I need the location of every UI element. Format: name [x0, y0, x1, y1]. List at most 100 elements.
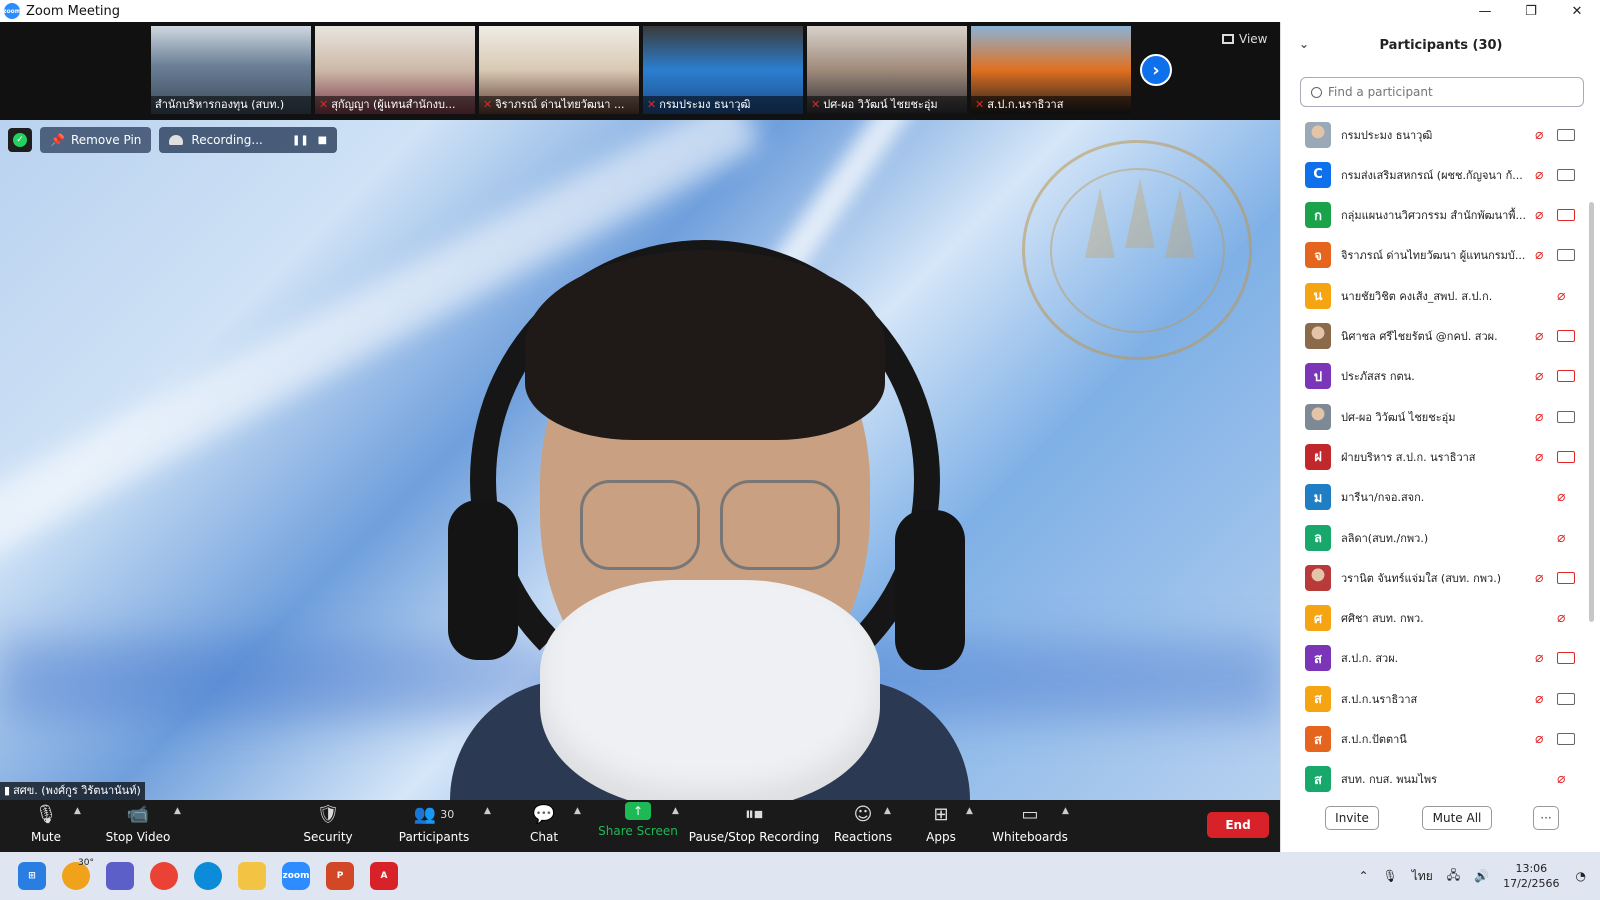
participant-row[interactable]: ฝ ฝ่ายบริหาร ส.ป.ก. นราธิวาส ⌀: [1281, 436, 1587, 477]
chevron-up-icon[interactable]: ⌃: [1358, 869, 1368, 883]
chevron-up-icon[interactable]: ▲: [672, 806, 679, 816]
reactions-button[interactable]: ☺ Reactions ▲: [834, 802, 892, 850]
chat-button[interactable]: 💬 Chat ▲: [530, 802, 581, 850]
teams-chat-icon[interactable]: [106, 862, 134, 890]
clock[interactable]: 13:06 17/2/2566: [1503, 861, 1559, 891]
stop-recording-icon[interactable]: ■: [313, 131, 331, 149]
participant-row[interactable]: จ จิราภรณ์ ด่านไทยวัฒนา ผู้แทนกรมบั... ⌀: [1281, 235, 1587, 276]
chevron-up-icon[interactable]: ▲: [574, 806, 581, 816]
video-thumbnail[interactable]: สำนักบริหารกองทุน (สบท.): [151, 26, 311, 114]
video-off-icon[interactable]: [1557, 652, 1575, 665]
video-thumbnail[interactable]: ✕ สุกัญญา (ผู้แทนสำนักงบ...: [315, 26, 475, 114]
chevron-down-icon[interactable]: ⌄: [1299, 37, 1309, 51]
edge-icon[interactable]: [194, 862, 222, 890]
muted-mic-icon[interactable]: ⌀: [1535, 368, 1549, 384]
muted-mic-icon[interactable]: ⌀: [1557, 771, 1571, 787]
muted-mic-icon[interactable]: ⌀: [1557, 610, 1571, 626]
participant-row[interactable]: ศ ศศิชา สบท. กพว. ⌀: [1281, 598, 1587, 639]
participant-row[interactable]: ส สบท. กบส. พนมไพร ⌀: [1281, 759, 1587, 800]
video-off-icon[interactable]: [1557, 370, 1575, 383]
video-on-icon[interactable]: [1557, 249, 1575, 262]
muted-mic-icon[interactable]: ⌀: [1535, 127, 1549, 143]
participant-row[interactable]: ส ส.ป.ก.ปัตตานี ⌀: [1281, 719, 1587, 760]
video-off-icon[interactable]: [1557, 330, 1575, 342]
mute-all-button[interactable]: Mute All: [1422, 806, 1492, 830]
video-on-icon[interactable]: [1557, 168, 1575, 181]
muted-mic-icon[interactable]: ⌀: [1535, 328, 1549, 344]
muted-mic-icon[interactable]: ⌀: [1557, 530, 1571, 546]
video-on-icon[interactable]: [1557, 733, 1575, 745]
video-off-icon[interactable]: [1557, 571, 1575, 584]
acrobat-icon[interactable]: A: [370, 862, 398, 890]
chevron-up-icon[interactable]: ▲: [174, 806, 181, 816]
video-thumbnail[interactable]: ✕ ส.ป.ก.นราธิวาส: [971, 26, 1131, 114]
scrollbar[interactable]: [1589, 202, 1594, 622]
participant-row[interactable]: ม มารีนา/กจอ.สจก. ⌀: [1281, 477, 1587, 518]
search-input[interactable]: [1328, 85, 1568, 99]
network-icon[interactable]: 🖧: [1447, 866, 1460, 887]
participant-search[interactable]: [1300, 77, 1584, 107]
zoom-app-icon[interactable]: zoom: [282, 862, 310, 890]
participant-row[interactable]: C กรมส่งเสริมสหกรณ์ (ผชช.กัญจนา ก้... ⌀: [1281, 154, 1587, 195]
participant-row[interactable]: ป ประภัสสร กตน. ⌀: [1281, 356, 1587, 397]
encryption-shield-icon[interactable]: ✓: [8, 128, 32, 152]
windows-start-icon[interactable]: ⊞: [18, 862, 46, 890]
video-thumbnail[interactable]: ✕ จิราภรณ์ ด่านไทยวัฒนา ...: [479, 26, 639, 114]
participant-row[interactable]: ก กลุ่มแผนงานวิศวกรรม สำนักพัฒนาพื้... ⌀: [1281, 195, 1587, 236]
muted-mic-icon[interactable]: ⌀: [1535, 570, 1549, 586]
participants-button[interactable]: 👥 30 Participants ▲: [399, 802, 491, 850]
participant-row[interactable]: ล ลลิดา(สบท./กพว.) ⌀: [1281, 517, 1587, 558]
microphone-tray-icon[interactable]: 🎙: [1383, 869, 1398, 883]
chrome-icon[interactable]: [150, 862, 178, 890]
participant-row[interactable]: น นายชัยวิชิต คงเส้ง_สพป. ส.ป.ก. ⌀: [1281, 275, 1587, 316]
video-on-icon[interactable]: [1557, 692, 1575, 705]
view-button[interactable]: View: [1222, 32, 1267, 46]
muted-mic-icon[interactable]: ⌀: [1535, 247, 1549, 263]
security-button[interactable]: 🛡 Security: [303, 802, 352, 850]
file-explorer-icon[interactable]: [238, 862, 266, 890]
muted-mic-icon[interactable]: ⌀: [1557, 288, 1571, 304]
volume-icon[interactable]: 🔊: [1474, 869, 1489, 883]
participant-row[interactable]: ส ส.ป.ก.นราธิวาส ⌀: [1281, 678, 1587, 719]
remove-pin-button[interactable]: 📌 Remove Pin: [40, 127, 152, 153]
invite-button[interactable]: Invite: [1325, 806, 1379, 830]
video-off-icon[interactable]: [1557, 209, 1575, 222]
muted-mic-icon[interactable]: ⌀: [1535, 207, 1549, 223]
share-screen-button[interactable]: ↑ Share Screen ▲: [598, 802, 679, 850]
chevron-up-icon[interactable]: ▲: [1062, 806, 1069, 816]
video-off-icon[interactable]: [1557, 450, 1575, 463]
muted-mic-icon[interactable]: ⌀: [1535, 691, 1549, 707]
end-meeting-button[interactable]: End: [1207, 812, 1269, 838]
participant-row[interactable]: ปศ-ผอ วิวัฒน์ ไชยชะอุ่ม ⌀: [1281, 396, 1587, 437]
language-indicator[interactable]: ไทย: [1412, 867, 1433, 886]
powerpoint-icon[interactable]: P: [326, 862, 354, 890]
next-page-arrow-icon[interactable]: ›: [1140, 54, 1172, 86]
pause-stop-recording-button[interactable]: ⏸⏹ Pause/Stop Recording: [689, 802, 819, 850]
close-button[interactable]: ✕: [1554, 0, 1600, 22]
mute-button[interactable]: 🎙 Mute ▲: [30, 802, 81, 850]
participant-row[interactable]: นิศาชล ศรีไชยรัตน์ @กคป. สวผ. ⌀: [1281, 316, 1587, 357]
chevron-up-icon[interactable]: ▲: [484, 806, 491, 816]
muted-mic-icon[interactable]: ⌀: [1535, 409, 1549, 425]
notification-icon[interactable]: ◔: [1576, 869, 1586, 883]
pause-recording-icon[interactable]: ❚❚: [291, 131, 309, 149]
video-thumbnail[interactable]: ✕ กรมประมง ธนาวุฒิ: [643, 26, 803, 114]
whiteboards-button[interactable]: ▭ Whiteboards ▲: [992, 802, 1069, 850]
participant-row[interactable]: ส ส.ป.ก. สวผ. ⌀: [1281, 638, 1587, 679]
video-thumbnail[interactable]: ✕ ปศ-ผอ วิวัฒน์ ไชยชะอุ่ม: [807, 26, 967, 114]
participant-row[interactable]: กรมประมง ธนาวุฒิ ⌀: [1281, 114, 1587, 155]
chevron-up-icon[interactable]: ▲: [966, 806, 973, 816]
muted-mic-icon[interactable]: ⌀: [1535, 167, 1549, 183]
apps-button[interactable]: ⊞ Apps ▲: [926, 802, 973, 850]
muted-mic-icon[interactable]: ⌀: [1535, 449, 1549, 465]
video-on-icon[interactable]: [1557, 410, 1575, 423]
chevron-up-icon[interactable]: ▲: [74, 806, 81, 816]
participant-row[interactable]: วรานิต จันทร์แจ่มใส (สบท. กพว.) ⌀: [1281, 557, 1587, 598]
muted-mic-icon[interactable]: ⌀: [1535, 731, 1549, 747]
stop-video-button[interactable]: 📹 Stop Video ▲: [106, 802, 181, 850]
minimize-button[interactable]: —: [1462, 0, 1508, 22]
more-options-button[interactable]: ···: [1533, 806, 1559, 830]
muted-mic-icon[interactable]: ⌀: [1557, 489, 1571, 505]
maximize-button[interactable]: ❐: [1508, 0, 1554, 22]
video-on-icon[interactable]: [1557, 128, 1575, 141]
